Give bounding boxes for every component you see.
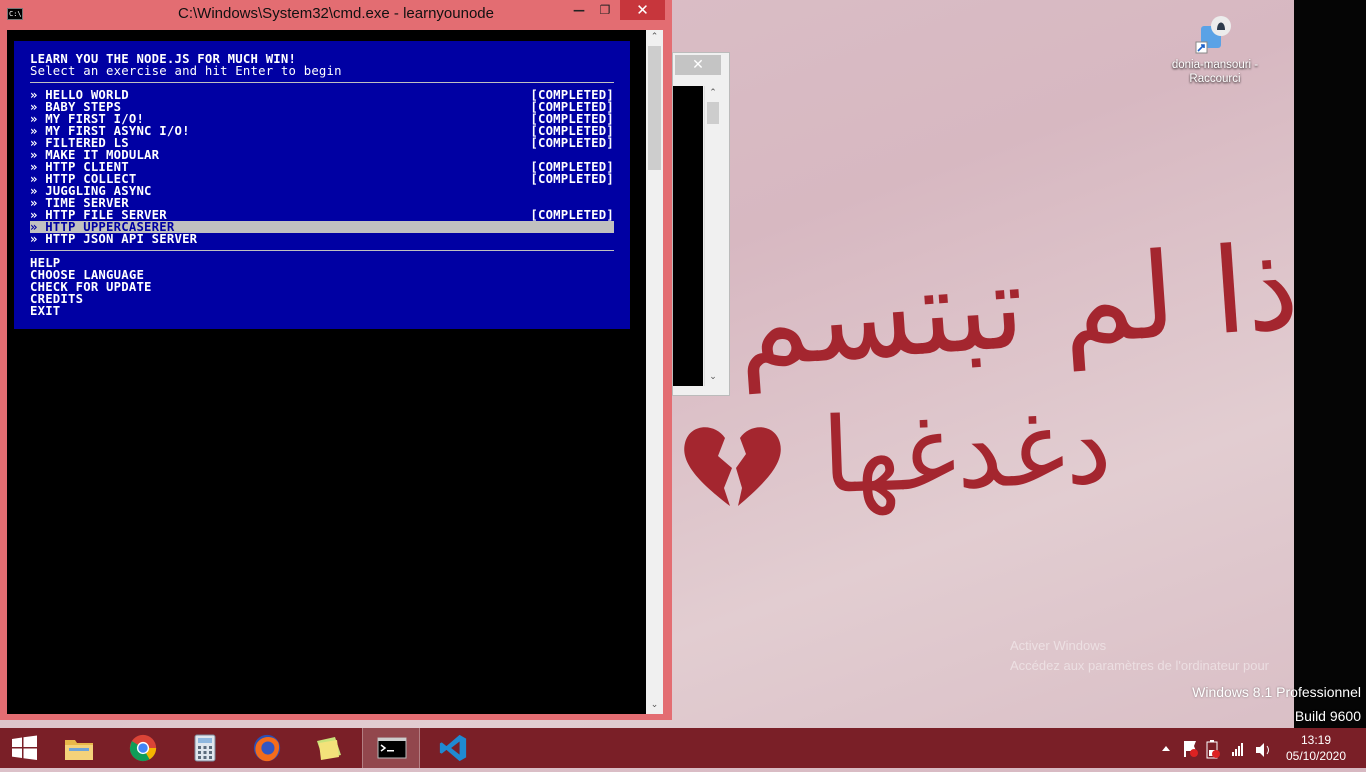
wallpaper-dark-edge [1294, 0, 1366, 728]
broken-heart-drawing [684, 427, 781, 506]
os-edition-text: Windows 8.1 Professionnel [1192, 684, 1361, 700]
clock-time: 13:19 [1300, 733, 1332, 747]
wallpaper-text-line1: إذا لم تبتسم [731, 215, 1336, 395]
taskbar: 13:19 05/10/2020 [0, 728, 1366, 768]
exercise-item[interactable]: » HTTP JSON API SERVER [30, 233, 614, 245]
vscode-icon [439, 734, 467, 762]
battery-icon [1206, 740, 1220, 759]
shortcut-app-icon [1195, 16, 1231, 54]
activate-windows-line1: Activer Windows [1010, 638, 1107, 653]
clock-date: 05/10/2020 [1285, 749, 1347, 763]
chrome-icon [129, 734, 157, 762]
menu-option-credits[interactable]: CREDITS [30, 293, 614, 305]
activate-windows-line2: Accédez aux paramètres de l'ordinateur p… [1010, 658, 1270, 673]
menu-option-exit[interactable]: EXIT [30, 305, 614, 317]
background-window[interactable]: ✕ ⌃ ⌄ [672, 52, 730, 396]
menu-divider-bottom [30, 250, 614, 251]
cmd-icon [377, 737, 407, 759]
background-window-scrollbar[interactable]: ⌃ ⌄ [704, 86, 721, 386]
taskbar-sticky-notes[interactable] [300, 728, 358, 768]
minimize-button[interactable]: — [566, 0, 592, 20]
cmd-scrollbar-thumb[interactable] [648, 46, 661, 170]
menu-option-check-update[interactable]: CHECK FOR UPDATE [30, 281, 614, 293]
show-hidden-icons-icon [1162, 746, 1170, 751]
firefox-icon [253, 734, 281, 762]
cmd-window[interactable]: C:\ C:\Windows\System32\cmd.exe - learny… [0, 0, 672, 720]
sticky-notes-icon [317, 737, 341, 760]
wallpaper-text-line2: دغدغها [820, 385, 1114, 518]
activate-windows-watermark: Activer Windows Accédez aux paramètres d… [1010, 636, 1269, 676]
exercise-status: [COMPLETED] [530, 208, 614, 222]
start-button[interactable] [0, 728, 48, 768]
taskbar-calculator[interactable] [176, 728, 234, 768]
taskbar-firefox[interactable] [238, 728, 296, 768]
volume-icon [1256, 743, 1269, 757]
exercise-status: [COMPLETED] [530, 136, 614, 150]
background-window-console [673, 86, 703, 386]
scrollbar-thumb[interactable] [707, 102, 719, 124]
scroll-down-arrow-icon[interactable]: ⌄ [705, 370, 721, 384]
scroll-up-arrow-icon[interactable]: ⌃ [705, 86, 721, 100]
taskbar-chrome[interactable] [114, 728, 172, 768]
taskbar-command-prompt[interactable] [362, 728, 420, 768]
exercise-status: [COMPLETED] [530, 172, 614, 186]
folder-icon [65, 740, 93, 760]
taskbar-file-explorer[interactable] [50, 728, 108, 768]
menu-subheading: Select an exercise and hit Enter to begi… [30, 64, 342, 78]
action-center-flag-icon [1184, 741, 1198, 757]
menu-divider-top [30, 82, 614, 83]
calculator-icon [194, 734, 216, 762]
learnyounode-menu: LEARN YOU THE NODE.JS FOR MUCH WIN! Sele… [14, 41, 630, 329]
windows-logo-icon [12, 735, 37, 760]
background-window-close-button[interactable]: ✕ [675, 55, 721, 75]
network-signal-icon [1232, 743, 1243, 756]
console-area[interactable]: LEARN YOU THE NODE.JS FOR MUCH WIN! Sele… [7, 30, 646, 714]
system-tray[interactable] [1158, 728, 1278, 768]
close-button[interactable]: ✕ [620, 0, 665, 20]
restore-button[interactable]: ❐ [592, 0, 618, 20]
cmd-title-bar[interactable]: C:\ C:\Windows\System32\cmd.exe - learny… [0, 0, 672, 28]
os-build-text: Build 9600 [1294, 708, 1361, 724]
scroll-down-arrow-icon[interactable]: ⌄ [646, 698, 663, 712]
cmd-scrollbar[interactable]: ⌃ ⌄ [646, 30, 663, 714]
taskbar-visual-studio-code[interactable] [424, 728, 482, 768]
taskbar-clock[interactable]: 13:19 05/10/2020 [1280, 732, 1352, 764]
desktop-shortcut-donia-mansouri[interactable]: donia-mansouri - Raccourci [1160, 12, 1270, 86]
desktop-shortcut-label: donia-mansouri - Raccourci [1171, 59, 1259, 85]
scroll-up-arrow-icon[interactable]: ⌃ [646, 30, 663, 44]
